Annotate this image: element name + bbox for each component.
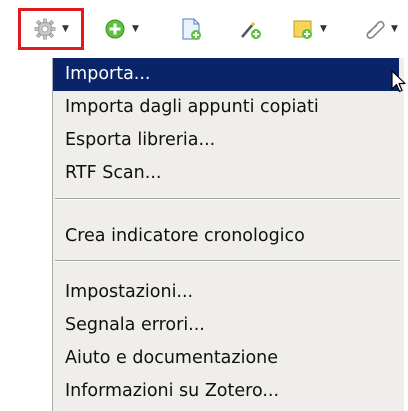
menu-item-segnala-errori[interactable]: Segnala errori... <box>53 309 399 342</box>
plus-circle-icon <box>104 18 126 40</box>
magic-wand-icon <box>238 17 262 41</box>
document-add-icon <box>180 17 202 41</box>
chevron-down-icon: ▼ <box>391 23 398 34</box>
menu-item-importa-appunti[interactable]: Importa dagli appunti copiati <box>53 91 399 124</box>
new-item-button[interactable]: ▼ <box>104 8 139 50</box>
menu-item-esporta-libreria[interactable]: Esporta libreria... <box>53 124 399 157</box>
actions-menu-button[interactable]: ▼ <box>18 8 84 50</box>
new-note-button[interactable] <box>238 8 262 50</box>
chevron-down-icon: ▼ <box>320 23 327 34</box>
menu-item-crea-indicatore[interactable]: Crea indicatore cronologico <box>53 220 399 253</box>
menu-item-rtf-scan[interactable]: RTF Scan... <box>53 157 399 190</box>
add-attachment-button[interactable]: ▼ <box>292 8 327 50</box>
menu-separator <box>55 260 400 262</box>
actions-dropdown-menu: Importa... Importa dagli appunti copiati… <box>52 58 404 411</box>
toolbar: ▼ ▼ ▼ ▼ <box>0 0 408 58</box>
attach-button[interactable]: ▼ <box>364 8 398 50</box>
menu-item-impostazioni[interactable]: Impostazioni... <box>53 276 399 309</box>
menu-item-aiuto[interactable]: Aiuto e documentazione <box>53 342 399 375</box>
note-add-icon <box>292 18 314 40</box>
menu-item-informazioni[interactable]: Informazioni su Zotero... <box>53 375 399 408</box>
gear-icon <box>33 17 57 41</box>
add-by-identifier-button[interactable] <box>180 8 202 50</box>
mouse-cursor-icon <box>391 70 407 98</box>
chevron-down-icon: ▼ <box>132 23 139 34</box>
paperclip-icon <box>364 18 386 40</box>
menu-item-importa[interactable]: Importa... <box>53 58 399 91</box>
menu-separator <box>55 198 400 200</box>
chevron-down-icon: ▼ <box>62 23 69 34</box>
